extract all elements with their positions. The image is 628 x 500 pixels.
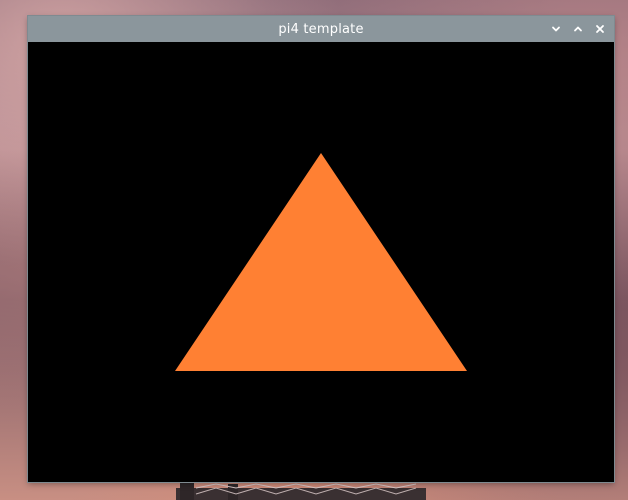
window-titlebar[interactable]: pi4 template <box>28 16 614 42</box>
close-icon <box>596 25 604 33</box>
chevron-down-icon <box>552 26 560 32</box>
render-canvas[interactable] <box>28 42 614 482</box>
chevron-up-icon <box>574 26 582 32</box>
orange-triangle <box>175 153 467 371</box>
minimize-button[interactable] <box>548 21 564 37</box>
window-controls <box>548 16 608 42</box>
close-button[interactable] <box>592 21 608 37</box>
app-window: pi4 template <box>28 16 614 482</box>
bridge-silhouette <box>176 482 426 500</box>
window-title: pi4 template <box>278 21 364 37</box>
maximize-button[interactable] <box>570 21 586 37</box>
